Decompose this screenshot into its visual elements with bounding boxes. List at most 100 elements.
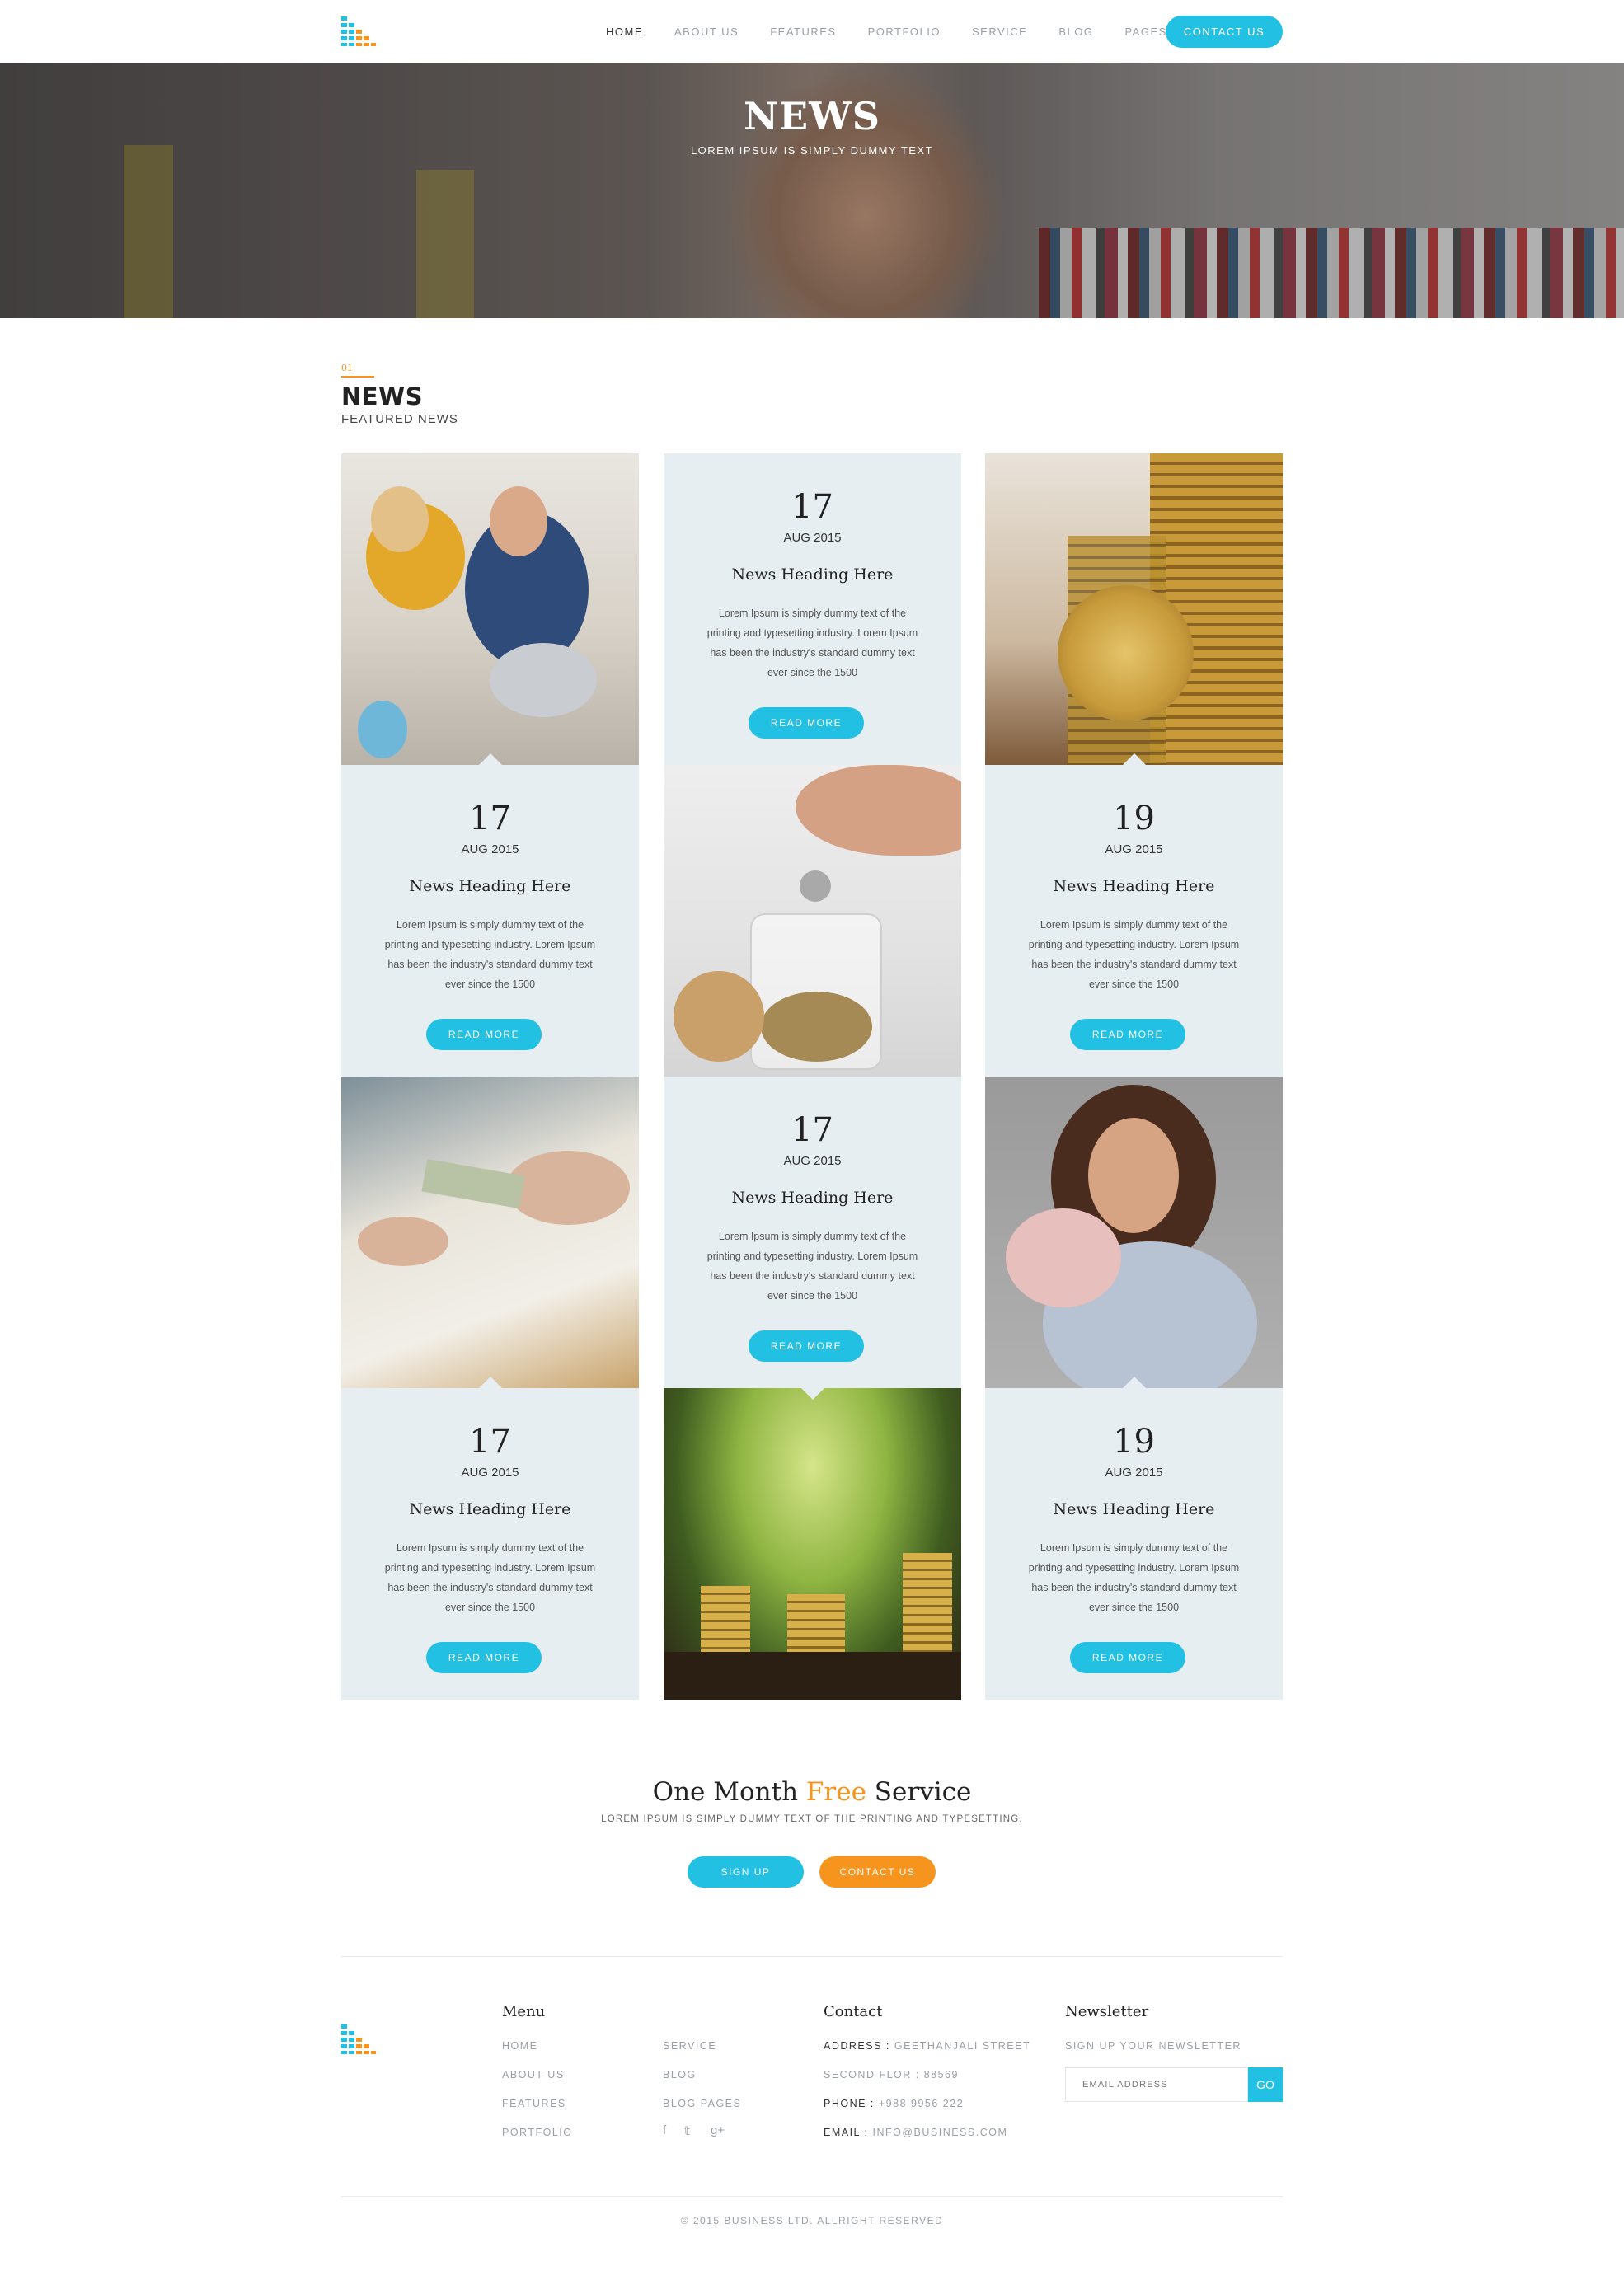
footer-bottom-divider — [341, 2196, 1283, 2197]
news-month: AUG 2015 — [1105, 1466, 1163, 1480]
facebook-icon[interactable]: f — [663, 2123, 666, 2137]
news-heading[interactable]: News Heading Here — [664, 1189, 961, 1207]
card-pointer — [478, 753, 502, 765]
read-more-button[interactable]: READ MORE — [1070, 1642, 1185, 1673]
newsletter-go-button[interactable]: GO — [1248, 2067, 1283, 2102]
news-card: 19 AUG 2015 News Heading Here Lorem Ipsu… — [985, 753, 1283, 1077]
news-heading[interactable]: News Heading Here — [341, 1500, 639, 1518]
sign-up-button[interactable]: SIGN UP — [688, 1856, 804, 1888]
section-number-underline — [341, 376, 374, 378]
news-day: 17 — [791, 1111, 833, 1149]
email-value[interactable]: INFO@BUSINESS.COM — [869, 2127, 1008, 2138]
footer-link-blog[interactable]: BLOG — [663, 2069, 697, 2081]
nav-item-blog[interactable]: BLOG — [1058, 26, 1093, 38]
news-day: 17 — [469, 800, 511, 837]
section-number: 01 — [341, 363, 353, 373]
newsletter-email-input[interactable] — [1065, 2067, 1248, 2102]
cta-title: One Month Free Service — [0, 1777, 1624, 1807]
footer-link-features[interactable]: FEATURES — [502, 2098, 566, 2109]
news-heading[interactable]: News Heading Here — [664, 565, 961, 584]
floor-value: SECOND FLOR : 88569 — [824, 2069, 959, 2081]
card-pointer — [800, 1388, 824, 1400]
news-image-couple[interactable] — [341, 453, 639, 765]
footer-link-about-us[interactable]: ABOUT US — [502, 2069, 565, 2081]
news-month: AUG 2015 — [461, 1466, 519, 1480]
card-pointer — [1122, 753, 1146, 765]
nav-item-features[interactable]: FEATURES — [770, 26, 836, 38]
nav-item-service[interactable]: SERVICE — [972, 26, 1027, 38]
footer-address: ADDRESS : GEETHANJALI STREET — [824, 2040, 1030, 2052]
nav-item-home[interactable]: HOME — [606, 26, 643, 38]
news-image-piggy-bank[interactable] — [985, 1077, 1283, 1388]
news-card: 17 AUG 2015 News Heading Here Lorem Ipsu… — [664, 453, 961, 765]
news-day: 19 — [1113, 800, 1155, 837]
news-excerpt: Lorem Ipsum is simply dummy text of the … — [384, 919, 596, 990]
phone-label: PHONE : — [824, 2098, 875, 2109]
news-month: AUG 2015 — [783, 1154, 842, 1168]
news-day: 17 — [791, 488, 833, 526]
google-plus-icon[interactable]: g+ — [711, 2123, 725, 2137]
news-excerpt: Lorem Ipsum is simply dummy text of the … — [706, 1231, 918, 1302]
news-excerpt: Lorem Ipsum is simply dummy text of the … — [1028, 1542, 1240, 1613]
page-subtitle: LOREM IPSUM IS SIMPLY DUMMY TEXT — [690, 144, 934, 157]
news-day: 19 — [1113, 1423, 1155, 1461]
news-month: AUG 2015 — [783, 531, 842, 545]
footer-floor: SECOND FLOR : 88569 — [824, 2069, 959, 2081]
cta-contact-us-button[interactable]: CONTACT US — [819, 1856, 936, 1888]
footer-contact-title: Contact — [824, 2003, 883, 2020]
news-heading[interactable]: News Heading Here — [985, 1500, 1283, 1518]
news-card: 17 AUG 2015 News Heading Here Lorem Ipsu… — [664, 1077, 961, 1400]
news-excerpt: Lorem Ipsum is simply dummy text of the … — [1028, 919, 1240, 990]
footer-email: EMAIL : INFO@BUSINESS.COM — [824, 2127, 1007, 2138]
read-more-button[interactable]: READ MORE — [1070, 1019, 1185, 1050]
twitter-icon[interactable]: 𝕥 — [684, 2123, 690, 2138]
section-subtitle: FEATURED NEWS — [341, 412, 458, 426]
news-image-coins[interactable] — [985, 453, 1283, 765]
news-card: 17 AUG 2015 News Heading Here Lorem Ipsu… — [341, 753, 639, 1077]
footer-divider — [341, 1956, 1283, 1957]
news-image-money-hands[interactable] — [341, 1077, 639, 1388]
news-image-coin-plants[interactable] — [664, 1388, 961, 1700]
read-more-button[interactable]: READ MORE — [426, 1642, 542, 1673]
navbar: HOME ABOUT US FEATURES PORTFOLIO SERVICE… — [0, 0, 1624, 63]
read-more-button[interactable]: READ MORE — [749, 1330, 864, 1362]
address-value: GEETHANJALI STREET — [889, 2040, 1031, 2052]
news-excerpt: Lorem Ipsum is simply dummy text of the … — [706, 608, 918, 678]
phone-value: +988 9956 222 — [874, 2098, 965, 2109]
news-month: AUG 2015 — [461, 842, 519, 856]
footer-link-service[interactable]: SERVICE — [663, 2040, 716, 2052]
contact-us-button[interactable]: CONTACT US — [1166, 16, 1283, 48]
nav-menu: HOME ABOUT US FEATURES PORTFOLIO SERVICE… — [606, 0, 1209, 63]
footer-link-home[interactable]: HOME — [502, 2040, 538, 2052]
news-image-coin-jar[interactable] — [664, 765, 961, 1077]
cta-title-accent: Free — [805, 1777, 866, 1807]
cta-title-text: One Month — [652, 1777, 806, 1807]
copyright-text: © 2015 BUSINESS LTD. ALLRIGHT RESERVED — [680, 2215, 944, 2226]
news-month: AUG 2015 — [1105, 842, 1163, 856]
news-day: 17 — [469, 1423, 511, 1461]
logo-icon[interactable] — [341, 16, 376, 46]
footer-newsletter-title: Newsletter — [1065, 2003, 1149, 2020]
news-heading[interactable]: News Heading Here — [985, 877, 1283, 895]
news-card: 19 AUG 2015 News Heading Here Lorem Ipsu… — [985, 1377, 1283, 1700]
footer-phone: PHONE : +988 9956 222 — [824, 2098, 964, 2109]
news-card: 17 AUG 2015 News Heading Here Lorem Ipsu… — [341, 1377, 639, 1700]
footer-link-portfolio[interactable]: PORTFOLIO — [502, 2127, 573, 2138]
footer-logo-icon[interactable] — [341, 2024, 376, 2054]
page-title: NEWS — [744, 94, 880, 138]
address-label: ADDRESS : — [824, 2040, 890, 2052]
news-excerpt: Lorem Ipsum is simply dummy text of the … — [384, 1542, 596, 1613]
nav-item-portfolio[interactable]: PORTFOLIO — [868, 26, 941, 38]
nav-item-about-us[interactable]: ABOUT US — [674, 26, 739, 38]
read-more-button[interactable]: READ MORE — [426, 1019, 542, 1050]
footer-menu-title: Menu — [502, 2003, 546, 2020]
read-more-button[interactable]: READ MORE — [749, 707, 864, 739]
card-pointer — [1122, 1377, 1146, 1388]
card-pointer — [478, 1377, 502, 1388]
cta-subtitle: LOREM IPSUM IS SIMPLY DUMMY TEXT OF THE … — [601, 1814, 1023, 1824]
news-heading[interactable]: News Heading Here — [341, 877, 639, 895]
footer-link-blog-pages[interactable]: BLOG PAGES — [663, 2098, 741, 2109]
nav-item-pages-label: PAGES — [1124, 25, 1167, 38]
newsletter-subtitle: SIGN UP YOUR NEWSLETTER — [1065, 2040, 1241, 2052]
section-title: NEWS — [341, 382, 423, 410]
